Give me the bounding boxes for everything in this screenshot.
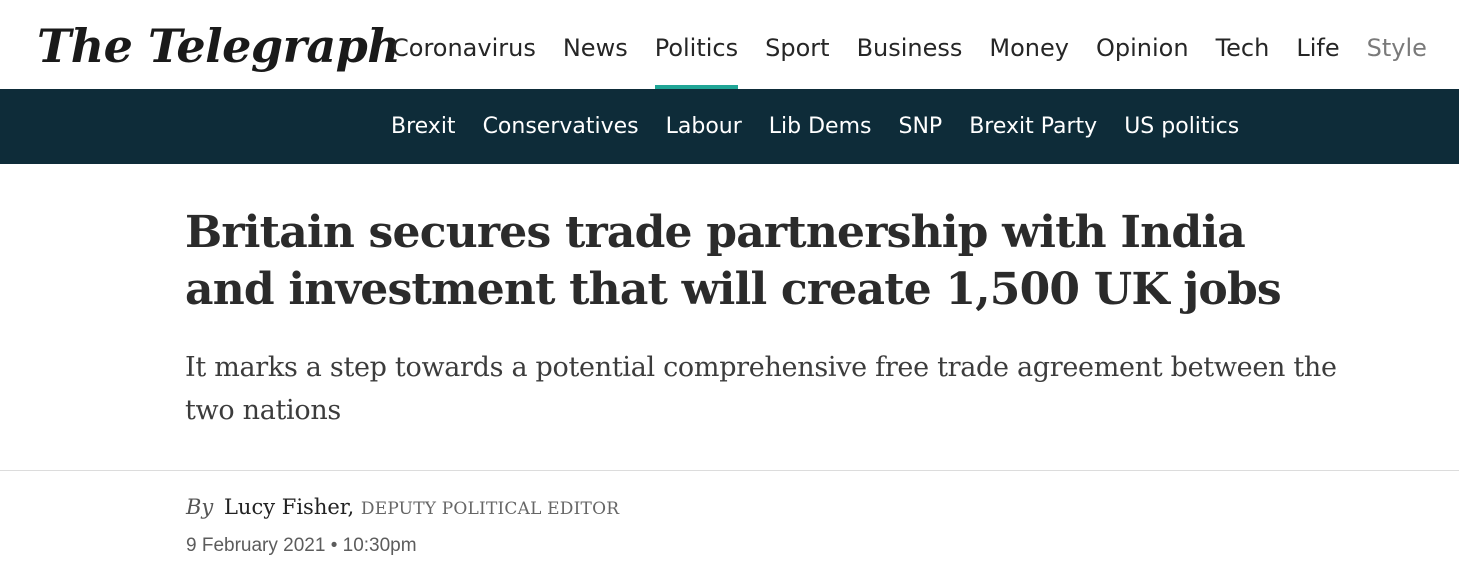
subnav-item-labour[interactable]: Labour — [666, 114, 742, 139]
divider — [0, 470, 1459, 471]
subnav-item-snp[interactable]: SNP — [898, 114, 942, 139]
byline-prefix: By — [186, 495, 214, 519]
nav-item-coronavirus[interactable]: Coronavirus — [392, 0, 536, 89]
primary-nav: Coronavirus News Politics Sport Business… — [392, 0, 1454, 89]
nav-item-tech[interactable]: Tech — [1216, 0, 1270, 89]
dateline: 9 February 2021 • 10:30pm — [186, 535, 417, 557]
masthead: The Telegraph Coronavirus News Politics … — [0, 0, 1459, 89]
nav-item-business[interactable]: Business — [857, 0, 963, 89]
publish-date: 9 February 2021 — [186, 535, 326, 556]
author-role: DEPUTY POLITICAL EDITOR — [360, 499, 620, 519]
date-separator: • — [330, 535, 338, 556]
subnav-item-conservatives[interactable]: Conservatives — [483, 114, 639, 139]
nav-item-politics[interactable]: Politics — [654, 0, 739, 89]
byline: By Lucy Fisher, DEPUTY POLITICAL EDITOR — [186, 495, 619, 519]
nav-item-life[interactable]: Life — [1296, 0, 1339, 89]
politics-subnav: Brexit Conservatives Labour Lib Dems SNP… — [0, 89, 1459, 164]
subnav-item-us-politics[interactable]: US politics — [1124, 114, 1239, 139]
article-standfirst: It marks a step towards a potential comp… — [185, 352, 1337, 426]
telegraph-logo[interactable]: The Telegraph — [37, 14, 401, 78]
nav-item-money[interactable]: Money — [989, 0, 1069, 89]
subnav-item-brexit[interactable]: Brexit — [391, 114, 456, 139]
subnav-item-brexit-party[interactable]: Brexit Party — [969, 114, 1097, 139]
nav-item-sport[interactable]: Sport — [765, 0, 829, 89]
author-separator: , — [347, 495, 355, 519]
publish-time: 10:30pm — [342, 535, 417, 556]
subnav-item-lib-dems[interactable]: Lib Dems — [769, 114, 872, 139]
nav-item-style[interactable]: Style — [1367, 0, 1427, 89]
nav-item-news[interactable]: News — [563, 0, 628, 89]
nav-item-opinion[interactable]: Opinion — [1096, 0, 1189, 89]
author-link[interactable]: Lucy Fisher — [224, 495, 348, 519]
article-headline: Britain secures trade partnership with I… — [185, 207, 1282, 315]
